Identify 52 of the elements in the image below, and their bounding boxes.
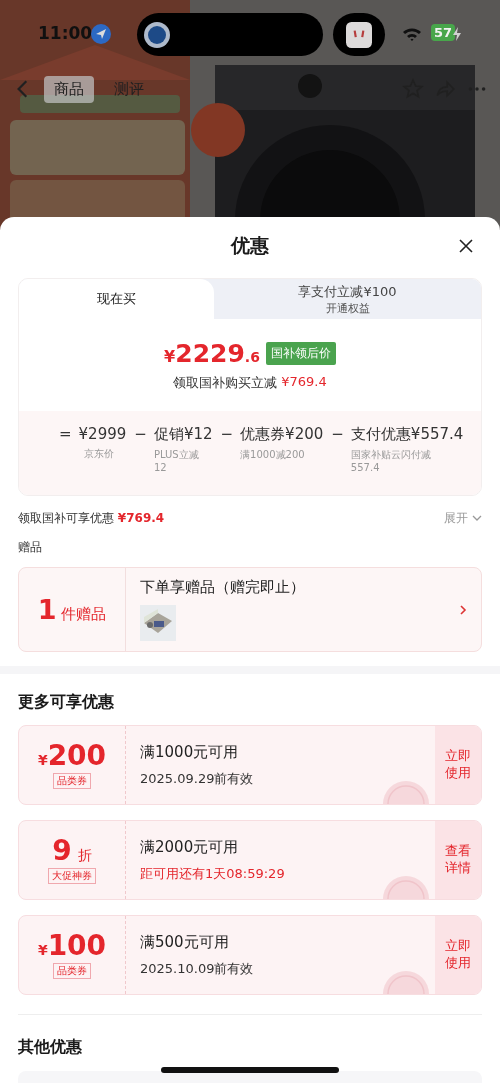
price-component: 优惠券¥200 <box>240 425 324 444</box>
coupon-value: ¥200 <box>37 740 107 772</box>
coupon-value: 9 折 <box>52 835 92 867</box>
avatar-icon <box>144 22 170 48</box>
operator: − <box>220 425 234 445</box>
battery-level: 57 <box>431 24 456 41</box>
price-component: 支付优惠¥557.4 <box>350 425 464 444</box>
sheet-title: 优惠 <box>231 233 269 258</box>
discount-summary: 领取国补可享优惠 ¥769.4 <box>18 509 165 527</box>
coupon-value: ¥100 <box>37 930 107 962</box>
price-badge: 国补领后价 <box>265 341 336 365</box>
price-tab[interactable]: 现在买 <box>19 279 214 319</box>
price-component: ¥2999 <box>78 425 127 443</box>
coupon-detail: 2025.09.29前有效 <box>140 769 255 788</box>
gift-count: 1 件赠品 <box>37 594 107 625</box>
section-heading: 更多可享优惠 <box>18 692 115 713</box>
final-price: ¥2229.6 <box>164 338 260 368</box>
price-caption: 满1000减200 <box>240 448 306 462</box>
price-component: 促销¥12 <box>153 425 213 444</box>
coupon-condition: 满1000元可用 <box>140 742 240 762</box>
expand-button[interactable]: 展开 <box>444 509 482 527</box>
coupon-condition: 满2000元可用 <box>140 837 240 857</box>
nav-tab[interactable]: 商品 <box>44 75 94 103</box>
coupon-action[interactable]: 立即使用 <box>435 916 481 994</box>
coupon-action[interactable]: 立即使用 <box>435 726 481 804</box>
close-icon[interactable] <box>458 238 474 254</box>
coupon-tag: 品类券 <box>53 773 91 790</box>
coupon-action[interactable]: 查看详情 <box>435 821 481 899</box>
wifi-icon <box>402 27 422 41</box>
coupon-tag: 大促神券 <box>48 868 96 885</box>
gift-card[interactable]: 1 件赠品 下单享赠品（赠完即止） <box>18 567 482 652</box>
gift-heading: 赠品 <box>18 539 43 555</box>
location-icon <box>91 24 111 44</box>
price-note: 领取国补购买立减 <box>173 373 278 392</box>
price-tab[interactable]: 享支付立减¥100 开通权益 <box>214 279 481 319</box>
coupon-tag: 品类券 <box>53 963 91 980</box>
coupon-detail: 2025.10.09前有效 <box>140 959 255 978</box>
note-amount: ¥769.4 <box>281 373 327 391</box>
chevron-right-icon <box>459 603 467 616</box>
gift-text: 下单享赠品（赠完即止） <box>140 578 306 597</box>
coupon-detail: 距可用还有1天08:59:29 <box>140 864 286 883</box>
price-caption: 国家补贴云闪付减557.4 <box>350 448 432 473</box>
app-icon <box>346 22 372 48</box>
operator: = <box>59 425 72 445</box>
price-caption: 京东价 <box>82 447 115 461</box>
operator: − <box>331 425 344 445</box>
operator: − <box>134 425 147 445</box>
status-time: 11:00 <box>38 23 93 43</box>
section-heading: 其他优惠 <box>18 1037 83 1058</box>
coupon-condition: 满500元可用 <box>140 932 230 952</box>
price-caption: PLUS立减12 <box>153 448 200 473</box>
charging-icon <box>453 27 461 41</box>
